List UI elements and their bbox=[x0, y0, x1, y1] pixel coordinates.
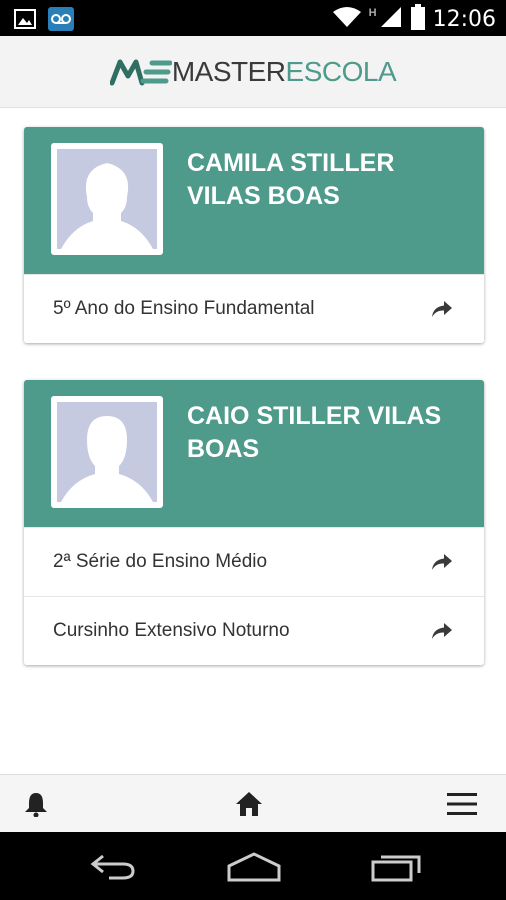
notifications-bell-icon[interactable] bbox=[21, 789, 51, 819]
share-arrow-icon[interactable] bbox=[430, 550, 454, 574]
menu-hamburger-icon[interactable] bbox=[447, 789, 477, 819]
student-card: CAIO STILLER VILAS BOAS 2ª Série do Ensi… bbox=[24, 380, 484, 665]
female-avatar-icon bbox=[61, 163, 153, 249]
course-label: 2ª Série do Ensino Médio bbox=[53, 551, 268, 572]
clock: 12:06 bbox=[432, 7, 496, 32]
home-icon[interactable] bbox=[234, 789, 264, 819]
signal-icon bbox=[379, 5, 403, 34]
course-label: Cursinho Extensivo Noturno bbox=[53, 620, 290, 641]
voicemail-icon bbox=[48, 7, 74, 36]
student-list: CAMILA STILLER VILAS BOAS 5º Ano do Ensi… bbox=[0, 108, 506, 774]
home-button-icon[interactable] bbox=[226, 852, 282, 887]
logo-text-master: MASTER bbox=[171, 55, 286, 87]
logo-text-escola: ESCOLA bbox=[285, 55, 397, 87]
status-bar: H 12:06 bbox=[0, 0, 506, 36]
share-arrow-icon[interactable] bbox=[430, 297, 454, 321]
share-arrow-icon[interactable] bbox=[430, 619, 454, 643]
bottom-navigation bbox=[0, 774, 506, 832]
student-card-header[interactable]: CAMILA STILLER VILAS BOAS bbox=[24, 127, 484, 274]
logo-mark-text: ME bbox=[110, 57, 112, 58]
student-name: CAMILA STILLER VILAS BOAS bbox=[187, 149, 395, 210]
system-navigation-bar bbox=[0, 832, 506, 900]
course-row[interactable]: 2ª Série do Ensino Médio bbox=[24, 527, 484, 596]
recent-apps-icon[interactable] bbox=[370, 852, 422, 887]
avatar bbox=[51, 396, 163, 508]
course-row[interactable]: Cursinho Extensivo Noturno bbox=[24, 596, 484, 665]
master-escola-logo: ME MASTER ESCOLA bbox=[109, 55, 397, 88]
app-header: ME MASTER ESCOLA bbox=[0, 36, 506, 108]
course-row[interactable]: 5º Ano do Ensino Fundamental bbox=[24, 274, 484, 343]
logo-mark: ME bbox=[109, 57, 172, 85]
student-card: CAMILA STILLER VILAS BOAS 5º Ano do Ensi… bbox=[24, 127, 484, 343]
male-avatar-icon bbox=[61, 416, 153, 502]
course-label: 5º Ano do Ensino Fundamental bbox=[53, 298, 315, 319]
back-icon[interactable] bbox=[89, 852, 137, 887]
wifi-icon bbox=[332, 6, 361, 33]
image-notification-icon bbox=[14, 9, 36, 34]
avatar bbox=[51, 143, 163, 255]
student-name: CAIO STILLER VILAS BOAS bbox=[187, 402, 442, 463]
network-type-label: H bbox=[368, 6, 377, 19]
battery-icon bbox=[410, 4, 425, 35]
student-card-header[interactable]: CAIO STILLER VILAS BOAS bbox=[24, 380, 484, 527]
